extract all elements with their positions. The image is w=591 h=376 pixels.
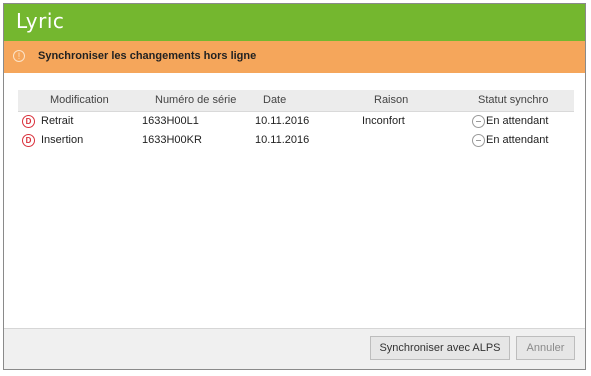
- lyric-logo: Lyric: [16, 9, 65, 33]
- cell-date: 10.11.2016: [255, 115, 310, 127]
- cell-modification: Retrait: [41, 115, 74, 127]
- pending-icon: [472, 134, 485, 147]
- sync-dialog: Lyric ! Synchroniser les changements hor…: [3, 3, 586, 370]
- pending-icon: [472, 115, 485, 128]
- device-d-icon: D: [22, 134, 35, 147]
- cancel-button[interactable]: Annuler: [516, 336, 575, 360]
- column-header-serial[interactable]: Numéro de série: [155, 90, 236, 111]
- title-bar: Lyric: [4, 4, 585, 41]
- device-d-icon: D: [22, 115, 35, 128]
- column-header-modification[interactable]: Modification: [50, 90, 109, 111]
- table-header: Modification Numéro de série Date Raison…: [18, 90, 574, 112]
- banner-title: Synchroniser les changements hors ligne: [38, 50, 257, 62]
- offline-sync-banner: ! Synchroniser les changements hors lign…: [4, 41, 585, 73]
- column-header-date[interactable]: Date: [263, 90, 286, 111]
- dialog-footer: Synchroniser avec ALPS Annuler: [4, 328, 585, 369]
- table-row[interactable]: D Retrait 1633H00L1 10.11.2016 Inconfort…: [18, 112, 574, 131]
- table-row[interactable]: D Insertion 1633H00KR 10.11.2016 En atte…: [18, 131, 574, 150]
- cell-serial: 1633H00L1: [142, 115, 199, 127]
- column-header-status[interactable]: Statut synchro: [478, 90, 548, 111]
- cell-status: En attendant: [486, 134, 549, 146]
- cell-reason: Inconfort: [362, 115, 405, 127]
- column-header-reason[interactable]: Raison: [374, 90, 408, 111]
- cell-status: En attendant: [486, 115, 549, 127]
- sync-with-alps-button[interactable]: Synchroniser avec ALPS: [370, 336, 510, 360]
- changes-table: Modification Numéro de série Date Raison…: [18, 90, 574, 150]
- info-circle-icon: !: [13, 50, 25, 62]
- cell-serial: 1633H00KR: [142, 134, 202, 146]
- cell-modification: Insertion: [41, 134, 84, 146]
- cell-date: 10.11.2016: [255, 134, 310, 146]
